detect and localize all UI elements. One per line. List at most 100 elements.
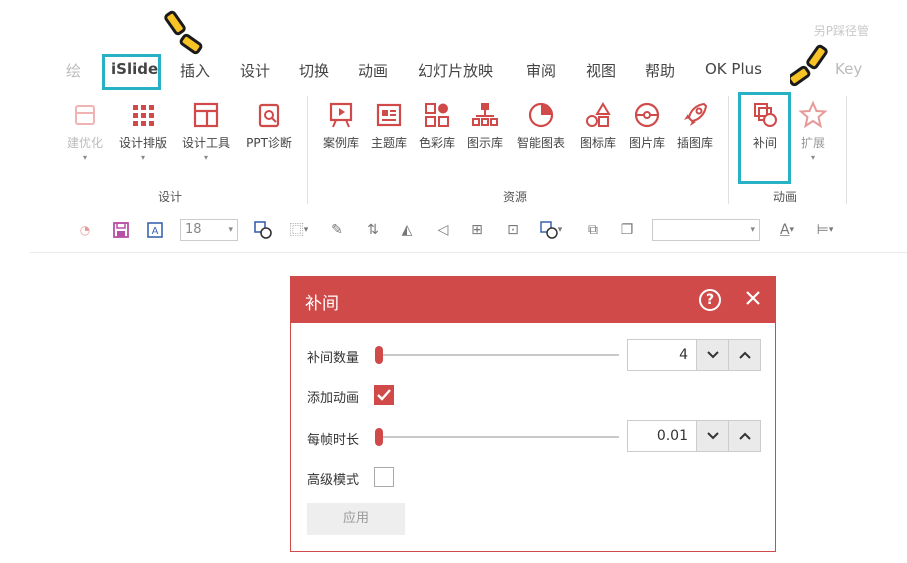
tween-count-value[interactable]: 4 (628, 340, 688, 370)
grid-layout-icon (133, 105, 154, 126)
toolbar-divider (30, 252, 907, 253)
ribbon-button-layout[interactable]: 设计排版 ▾ (112, 94, 174, 162)
ribbon-button-case-library[interactable]: 案例库 (318, 94, 364, 151)
smart-chart-icon (528, 102, 554, 128)
group-separator (728, 96, 729, 204)
chevron-down-icon (706, 432, 719, 440)
ribbon-button-theme-library[interactable]: 主题库 (366, 94, 412, 151)
rocket-icon (684, 102, 708, 126)
chevron-up-icon (738, 351, 751, 359)
menu-item-animations[interactable]: 动画 (358, 60, 388, 81)
tween-count-slider-track[interactable] (377, 354, 619, 356)
frame-duration-value[interactable]: 0.01 (628, 421, 688, 451)
ribbon-button-color-library[interactable]: 色彩库 (414, 94, 460, 151)
apply-button[interactable]: 应用 (307, 503, 405, 535)
help-icon[interactable]: ? (699, 289, 721, 311)
chevron-down-icon: ▾ (203, 153, 208, 162)
font-color-icon[interactable]: A ▾ (772, 218, 802, 242)
menu-item-review[interactable]: 审阅 (526, 60, 556, 81)
chevron-down-icon: ▾ (228, 225, 233, 235)
ribbon-button-diagram-library[interactable]: 图示库 (462, 94, 508, 151)
ribbon-label-color-library: 色彩库 (418, 136, 455, 150)
font-size-select[interactable]: 18 ▾ (180, 219, 238, 241)
menu-item-view[interactable]: 视图 (586, 60, 616, 81)
extend-star-icon (798, 100, 828, 129)
group-separator (846, 96, 847, 204)
ribbon-label-diagram-library: 图示库 (466, 136, 503, 150)
menu-item-help[interactable]: 帮助 (645, 60, 675, 81)
design-tools-icon (193, 102, 219, 128)
paragraph-align-icon[interactable]: ⊨ ▾ (808, 218, 842, 242)
group-icon[interactable]: ⧉ (582, 218, 604, 242)
frame-duration-slider-thumb[interactable] (375, 428, 383, 446)
text-box-icon[interactable]: A (144, 218, 166, 242)
shape-dropdown-icon[interactable]: ▾ (534, 218, 568, 242)
ribbon-button-optimize[interactable]: 建优化 ▾ (62, 94, 108, 162)
icon-library-icon (586, 102, 611, 127)
advanced-mode-checkbox[interactable] (374, 467, 394, 487)
case-library-icon (329, 102, 353, 128)
ribbon-button-extend[interactable]: 扩展 ▾ (790, 94, 836, 162)
increment-button[interactable] (728, 421, 760, 451)
theme-library-icon (376, 103, 402, 127)
align-grid-icon[interactable]: ⊡ (502, 218, 524, 242)
menu-item-transitions[interactable]: 切换 (299, 60, 329, 81)
frame-duration-label: 每帧时长 (307, 433, 360, 448)
ribbon-button-icon-library[interactable]: 图标库 (574, 94, 622, 151)
ungroup-icon[interactable]: ❐ (616, 218, 638, 242)
flip-horizontal-icon[interactable]: ◭ (396, 218, 418, 242)
ribbon-button-illustration-library[interactable]: 插图库 (672, 94, 718, 151)
ribbon-button-diagnose[interactable]: PPT诊断 (238, 94, 300, 151)
format-toolbar: ◔ A 18 ▾ ⿴ ▾ ✎ ⇅ ◭ ◁ ⊞ ⊡ ▾ ⧉ ❐ ▾ A ▾ ⊨ ▾ (0, 212, 907, 248)
optimize-icon (75, 105, 95, 125)
ribbon-label-extend: 扩展 (800, 136, 825, 150)
chevron-down-icon: ▾ (750, 225, 755, 235)
tween-count-label: 补间数量 (307, 351, 360, 366)
advanced-mode-label: 高级模式 (307, 473, 360, 488)
ribbon-label-smart-chart: 智能图表 (516, 136, 565, 150)
menu-item-key[interactable]: Key (835, 60, 862, 78)
faded-toggle-icon[interactable]: ◔ (74, 218, 96, 242)
frame-duration-slider-track[interactable] (377, 436, 619, 438)
dialog-header: 补间 ? (291, 277, 775, 323)
group-label-animation: 动画 (773, 190, 798, 204)
menu-item-insert[interactable]: 插入 (180, 60, 210, 81)
ribbon-label-icon-library: 图标库 (579, 136, 616, 150)
svg-text:A: A (152, 226, 159, 237)
menu-item-truncated[interactable]: 绘 (66, 60, 81, 81)
dialog-title: 补间 (305, 294, 339, 314)
menu-item-slideshow[interactable]: 幻灯片放映 (418, 60, 493, 81)
diagnose-icon (258, 103, 280, 128)
flip-left-icon[interactable]: ◁ (432, 218, 454, 242)
ribbon-button-image-library[interactable]: 图片库 (624, 94, 670, 151)
increment-button[interactable] (728, 340, 760, 370)
tween-dialog: 补间 ? 补间数量 4 添加动画 每帧时长 0.01 高级模式 应用 (290, 276, 776, 552)
brush-icon[interactable]: ✎ (326, 218, 348, 242)
ribbon-label-theme-library: 主题库 (370, 136, 407, 150)
ribbon-label-diagnose: PPT诊断 (246, 136, 292, 150)
close-icon[interactable] (741, 286, 765, 310)
chevron-down-icon: ▾ (140, 153, 145, 162)
distribute-icon[interactable]: ⊞ (466, 218, 488, 242)
style-select[interactable]: ▾ (652, 219, 760, 241)
decrement-button[interactable] (696, 340, 728, 370)
image-library-icon (634, 102, 660, 128)
menu-item-design[interactable]: 设计 (240, 60, 270, 81)
menu-item-okplus[interactable]: OK Plus (705, 60, 762, 78)
chevron-down-icon: ▾ (82, 153, 87, 162)
ribbon-button-smart-chart[interactable]: 智能图表 (510, 94, 572, 151)
decrement-button[interactable] (696, 421, 728, 451)
frame-duration-stepper[interactable]: 0.01 (627, 420, 761, 452)
sort-vertical-icon[interactable]: ⇅ (362, 218, 384, 242)
add-animation-label: 添加动画 (307, 391, 360, 406)
add-animation-checkbox[interactable] (374, 385, 394, 405)
tween-small-icon[interactable] (250, 218, 276, 242)
ribbon-button-design-tools[interactable]: 设计工具 ▾ (176, 94, 236, 162)
ribbon-label-design-tools: 设计工具 (181, 136, 230, 150)
save-icon[interactable] (110, 218, 132, 242)
chevron-up-icon (738, 432, 751, 440)
align-dropdown-icon[interactable]: ⿴ ▾ (282, 218, 316, 242)
tween-count-stepper[interactable]: 4 (627, 339, 761, 371)
tween-count-slider-thumb[interactable] (375, 346, 383, 364)
ribbon-label-optimize: 建优化 (66, 136, 103, 150)
